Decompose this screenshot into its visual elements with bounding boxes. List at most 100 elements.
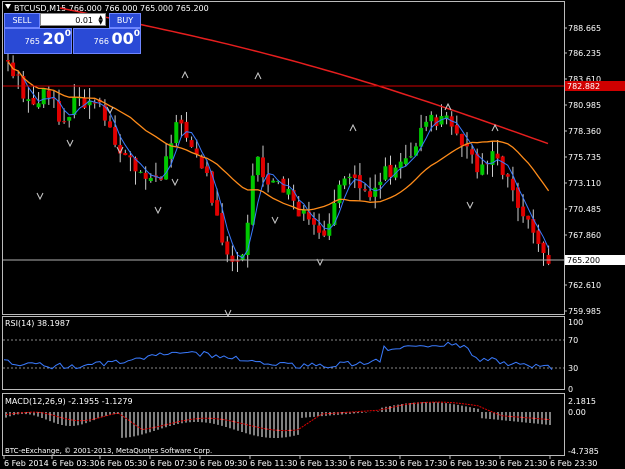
candle-body: [505, 174, 510, 177]
lot-size-input[interactable]: 0.01 ▲ ▼: [40, 13, 106, 26]
candle-body: [373, 187, 378, 197]
candle-body: [16, 74, 21, 76]
price-tick-label: 780.985: [568, 101, 601, 110]
price-tick-label: 770.485: [568, 205, 601, 214]
sell-price-prefix: 765: [24, 37, 40, 46]
candle-body: [179, 119, 184, 124]
candle-body: [230, 255, 235, 262]
candle-body: [220, 212, 225, 243]
candle-body: [454, 125, 459, 134]
candle-body: [322, 230, 327, 236]
price-tick-label: 759.985: [568, 307, 601, 316]
candle-body: [424, 121, 429, 127]
candle-body: [6, 60, 10, 62]
candle-body: [31, 97, 36, 105]
candle-body: [536, 230, 541, 244]
candle-body: [225, 241, 230, 255]
candle-body: [108, 121, 112, 128]
time-tick-label: 6 Feb 11:30: [250, 459, 297, 468]
time-tick-label: 6 Feb 13:30: [300, 459, 347, 468]
time-tick-label: 6 Feb 23:30: [550, 459, 597, 468]
candle-body: [368, 191, 373, 198]
rsi-level-label: 100: [568, 318, 583, 327]
candle-body: [215, 200, 220, 216]
copyright-text: BTC-eExchange, © 2001-2013, MetaQuotes S…: [5, 447, 212, 455]
candle-body: [541, 242, 546, 254]
candle-body: [62, 121, 67, 123]
candle-body: [174, 122, 179, 144]
candle-body: [378, 181, 383, 186]
candle-body: [128, 155, 133, 158]
candle-body: [429, 114, 434, 122]
candle-body: [301, 210, 306, 214]
candle-body: [143, 172, 148, 179]
time-tick-label: 6 Feb 19:30: [450, 459, 497, 468]
candle-body: [199, 156, 204, 169]
time-tick-label: 6 Feb 07:30: [150, 459, 197, 468]
rsi-level-label: 70: [568, 336, 578, 345]
time-tick-label: 6 Feb 15:30: [350, 459, 397, 468]
macd-level-label: -4.7385: [568, 447, 599, 456]
buy-price-prefix: 766: [93, 37, 109, 46]
lot-stepper-icon[interactable]: ▲ ▼: [98, 15, 103, 26]
candle-body: [398, 161, 403, 169]
candle-body: [383, 166, 388, 180]
candle-body: [317, 225, 322, 233]
price-tick-label: 762.610: [568, 281, 601, 290]
candle-body: [204, 166, 209, 173]
candle-body: [164, 156, 169, 180]
candle-body: [189, 140, 194, 147]
candle-body: [526, 215, 531, 220]
price-tick-label: 767.860: [568, 231, 601, 240]
price-tick-label: 775.735: [568, 153, 601, 162]
candle-body: [255, 156, 260, 176]
candle-body: [36, 103, 41, 108]
candle-body: [271, 180, 276, 183]
candle-body: [352, 174, 357, 178]
candle-body: [480, 164, 485, 175]
candle-body: [510, 178, 515, 191]
candle-body: [235, 260, 240, 262]
time-tick-label: 6 Feb 09:30: [200, 459, 247, 468]
candle-body: [500, 156, 505, 175]
time-tick-label: 6 Feb 05:30: [100, 459, 147, 468]
candle-body: [388, 164, 393, 178]
rsi-label: RSI(14) 38.1987: [5, 319, 70, 328]
candle-body: [521, 206, 526, 217]
candle-body: [102, 105, 107, 121]
price-tick-label: 788.665: [568, 24, 601, 33]
candle-body: [250, 175, 255, 225]
resistance-price-label: 782.882: [567, 82, 600, 91]
candle-body: [281, 178, 286, 193]
rsi-plot-frame: [2, 316, 565, 390]
buy-price-main: 00: [111, 29, 134, 48]
candle-body: [363, 189, 367, 191]
price-chart[interactable]: BTCUSD,M15 766.000 766.000 765.000 765.2…: [0, 0, 625, 469]
candle-body: [46, 90, 51, 98]
time-tick-label: 6 Feb 2014: [4, 459, 49, 468]
candle-body: [148, 177, 153, 182]
sell-button[interactable]: SELL: [4, 13, 40, 28]
buy-price-button[interactable]: 766 000: [73, 28, 141, 54]
candle-body: [342, 178, 347, 186]
time-tick-label: 6 Feb 17:30: [400, 459, 447, 468]
rsi-level-label: 0: [568, 385, 573, 394]
candle-body: [286, 188, 291, 195]
candle-body: [138, 171, 143, 173]
rsi-axis: 100 70 30 0: [568, 318, 583, 394]
buy-price-point: 0: [133, 29, 140, 39]
time-tick-label: 6 Feb 21:30: [500, 459, 547, 468]
candle-body: [470, 149, 475, 155]
buy-button[interactable]: BUY: [109, 13, 141, 28]
symbol-header: BTCUSD,M15 766.000 766.000 765.000 765.2…: [14, 4, 209, 13]
macd-axis: 2.1815 0.00 -4.7385: [568, 397, 599, 456]
rsi-level-label: 30: [568, 364, 578, 373]
candle-body: [67, 117, 72, 121]
macd-label: MACD(12,26,9) -2.1955 -1.1279: [5, 397, 133, 406]
sell-price-button[interactable]: 765 200: [4, 28, 72, 54]
candle-body: [408, 156, 413, 158]
candle-body: [403, 158, 408, 165]
current-price-label: 765.200: [567, 256, 600, 265]
candle-body: [327, 223, 332, 236]
sell-price-point: 0: [64, 29, 71, 39]
